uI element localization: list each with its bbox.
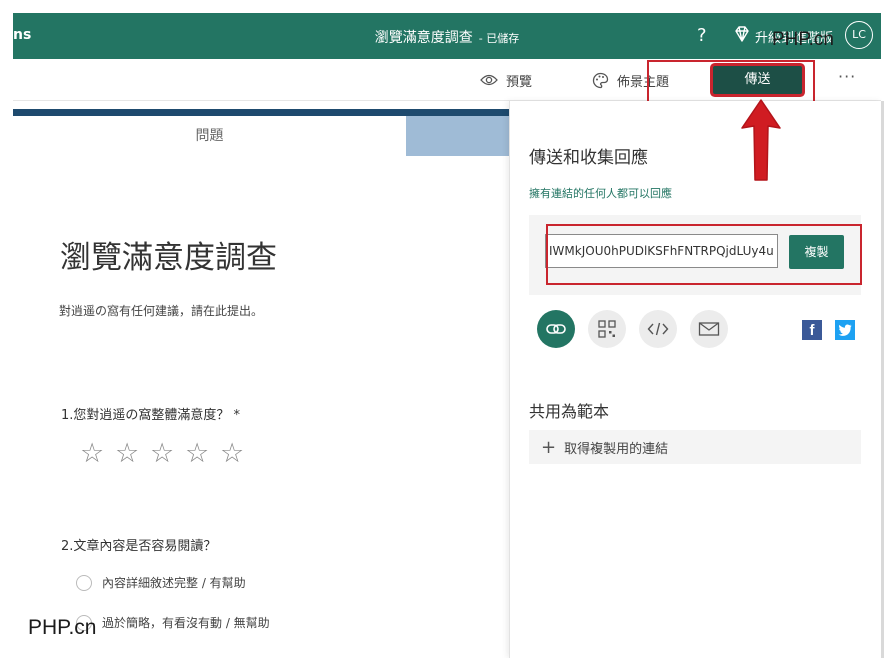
avatar[interactable]: LC — [845, 21, 873, 49]
qr-code-icon[interactable] — [588, 310, 626, 348]
plus-icon: + — [541, 436, 557, 458]
more-options-button[interactable]: ··· — [838, 67, 856, 86]
palette-icon — [592, 72, 609, 88]
saved-status: - 已儲存 — [478, 32, 520, 45]
question-2-label[interactable]: 2.文章內容是否容易閱讀？ — [61, 535, 216, 554]
share-options — [537, 310, 741, 348]
star-icon[interactable]: ☆ — [220, 438, 255, 469]
form-title[interactable]: 瀏覽滿意度調查 — [60, 232, 277, 277]
watermark-top: PHP.cn — [772, 29, 834, 50]
send-button[interactable]: 傳送 — [713, 66, 802, 94]
star-icon[interactable]: ☆ — [150, 438, 185, 469]
eye-icon — [480, 74, 498, 86]
get-duplicate-link-label: 取得複製用的連結 — [564, 441, 669, 457]
send-panel-title: 傳送和收集回應 — [529, 148, 648, 168]
twitter-bird-glyph — [838, 324, 852, 336]
question-2-option-1[interactable]: 內容詳細敘述完整 / 有幫助 — [76, 574, 246, 591]
embed-code-icon[interactable] — [639, 310, 677, 348]
rating-stars: ☆ ☆ ☆ ☆ ☆ — [80, 438, 255, 469]
email-icon-glyph — [698, 322, 720, 336]
panel-scrollbar[interactable] — [881, 101, 884, 658]
email-icon[interactable] — [690, 310, 728, 348]
facebook-icon[interactable]: f — [802, 320, 822, 340]
link-icon[interactable] — [537, 310, 575, 348]
help-button[interactable]: ? — [697, 25, 707, 46]
radio-button[interactable] — [76, 574, 92, 591]
get-duplicate-link-button[interactable]: + 取得複製用的連結 — [529, 430, 861, 464]
tab-responses[interactable] — [406, 116, 509, 156]
preview-button[interactable]: 預覽 — [480, 59, 532, 101]
star-icon[interactable]: ☆ — [115, 438, 150, 469]
star-icon[interactable]: ☆ — [80, 438, 115, 469]
option-label: 過於簡略，有看沒有動 / 無幫助 — [102, 616, 270, 630]
send-panel: 傳送和收集回應 擁有連結的任何人都可以回應 IWMkJOU0hPUDlKSFhF… — [509, 101, 881, 658]
preview-label: 預覽 — [506, 74, 533, 90]
form-description[interactable]: 對逍遥の窩有任何建議，請在此提出。 — [59, 302, 263, 319]
link-icon-glyph — [546, 324, 566, 334]
send-panel-subtitle[interactable]: 擁有連結的任何人都可以回應 — [529, 185, 672, 201]
option-label: 內容詳細敘述完整 / 有幫助 — [102, 576, 246, 590]
template-title: 共用為範本 — [529, 402, 610, 421]
twitter-icon[interactable] — [835, 320, 855, 340]
document-title-text: 瀏覽滿意度調查 — [374, 30, 473, 46]
link-highlight-box — [546, 224, 862, 285]
qr-code-icon-glyph — [598, 320, 616, 338]
question-2-option-2[interactable]: 過於簡略，有看沒有動 / 無幫助 — [76, 614, 270, 631]
form-header-band — [13, 109, 509, 116]
diamond-icon[interactable] — [733, 25, 751, 43]
embed-code-icon-glyph — [647, 322, 669, 336]
top-bar: ns 瀏覽滿意度調查 - 已儲存 ? 升級到進階版 LC — [13, 13, 881, 59]
star-icon[interactable]: ☆ — [185, 438, 220, 469]
question-1-label[interactable]: 1.您對逍遥の窩整體滿意度？ * — [61, 404, 240, 423]
tab-questions[interactable]: 問題 — [13, 116, 406, 156]
toolbar: 預覽 佈景主題 傳送 ··· — [13, 59, 881, 110]
watermark-bottom: PHP.cn — [28, 616, 97, 639]
arrow-up-icon — [741, 99, 781, 181]
